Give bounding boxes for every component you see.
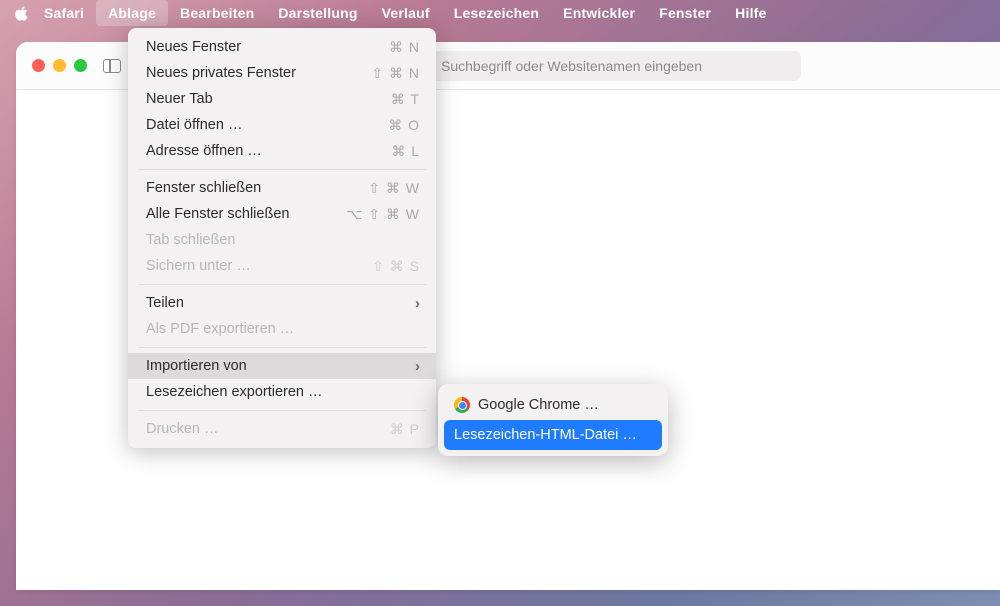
mi-adresse-oeffnen[interactable]: Adresse öffnen …⌘ L <box>128 138 436 164</box>
menubar: Safari Ablage Bearbeiten Darstellung Ver… <box>0 0 1000 26</box>
mi-datei-oeffnen[interactable]: Datei öffnen …⌘ O <box>128 112 436 138</box>
importieren-von-submenu: Google Chrome … Lesezeichen-HTML-Datei … <box>438 384 668 456</box>
menubar-entwickler[interactable]: Entwickler <box>551 0 647 26</box>
mi-sichern-unter: Sichern unter …⇧ ⌘ S <box>128 253 436 279</box>
mi-drucken: Drucken …⌘ P <box>128 416 436 442</box>
mi-lesezeichen-exportieren[interactable]: Lesezeichen exportieren … <box>128 379 436 405</box>
submenu-lesezeichen-html[interactable]: Lesezeichen-HTML-Datei … <box>444 420 662 450</box>
menubar-fenster[interactable]: Fenster <box>647 0 723 26</box>
chevron-right-icon: › <box>415 295 420 312</box>
search-placeholder: Suchbegriff oder Websitenamen eingeben <box>441 58 702 74</box>
menubar-hilfe[interactable]: Hilfe <box>723 0 778 26</box>
sidebar-toggle-icon[interactable] <box>103 59 121 73</box>
mi-tab-schliessen: Tab schließen <box>128 227 436 253</box>
mi-neues-privates-fenster[interactable]: Neues privates Fenster⇧ ⌘ N <box>128 60 436 86</box>
mi-neues-fenster[interactable]: Neues Fenster⌘ N <box>128 34 436 60</box>
menu-separator <box>138 347 426 348</box>
menu-separator <box>138 284 426 285</box>
mi-neuer-tab[interactable]: Neuer Tab⌘ T <box>128 86 436 112</box>
apple-menu-icon[interactable] <box>10 5 32 22</box>
chrome-icon <box>454 397 470 413</box>
mi-alle-fenster-schliessen[interactable]: Alle Fenster schließen⌥ ⇧ ⌘ W <box>128 201 436 227</box>
mi-fenster-schliessen[interactable]: Fenster schließen⇧ ⌘ W <box>128 175 436 201</box>
menubar-app[interactable]: Safari <box>32 0 96 26</box>
submenu-google-chrome[interactable]: Google Chrome … <box>444 390 662 420</box>
menu-separator <box>138 169 426 170</box>
menu-separator <box>138 410 426 411</box>
close-window-button[interactable] <box>32 59 45 72</box>
ablage-menu: Neues Fenster⌘ N Neues privates Fenster⇧… <box>128 28 436 448</box>
chevron-right-icon: › <box>415 358 420 375</box>
window-controls <box>32 59 87 72</box>
menubar-darstellung[interactable]: Darstellung <box>266 0 369 26</box>
mi-teilen[interactable]: Teilen› <box>128 290 436 316</box>
menubar-ablage[interactable]: Ablage <box>96 0 168 26</box>
menubar-lesezeichen[interactable]: Lesezeichen <box>442 0 551 26</box>
mi-als-pdf-exportieren: Als PDF exportieren … <box>128 316 436 342</box>
maximize-window-button[interactable] <box>74 59 87 72</box>
minimize-window-button[interactable] <box>53 59 66 72</box>
menubar-bearbeiten[interactable]: Bearbeiten <box>168 0 266 26</box>
menubar-verlauf[interactable]: Verlauf <box>370 0 442 26</box>
mi-importieren-von[interactable]: Importieren von› <box>128 353 436 379</box>
